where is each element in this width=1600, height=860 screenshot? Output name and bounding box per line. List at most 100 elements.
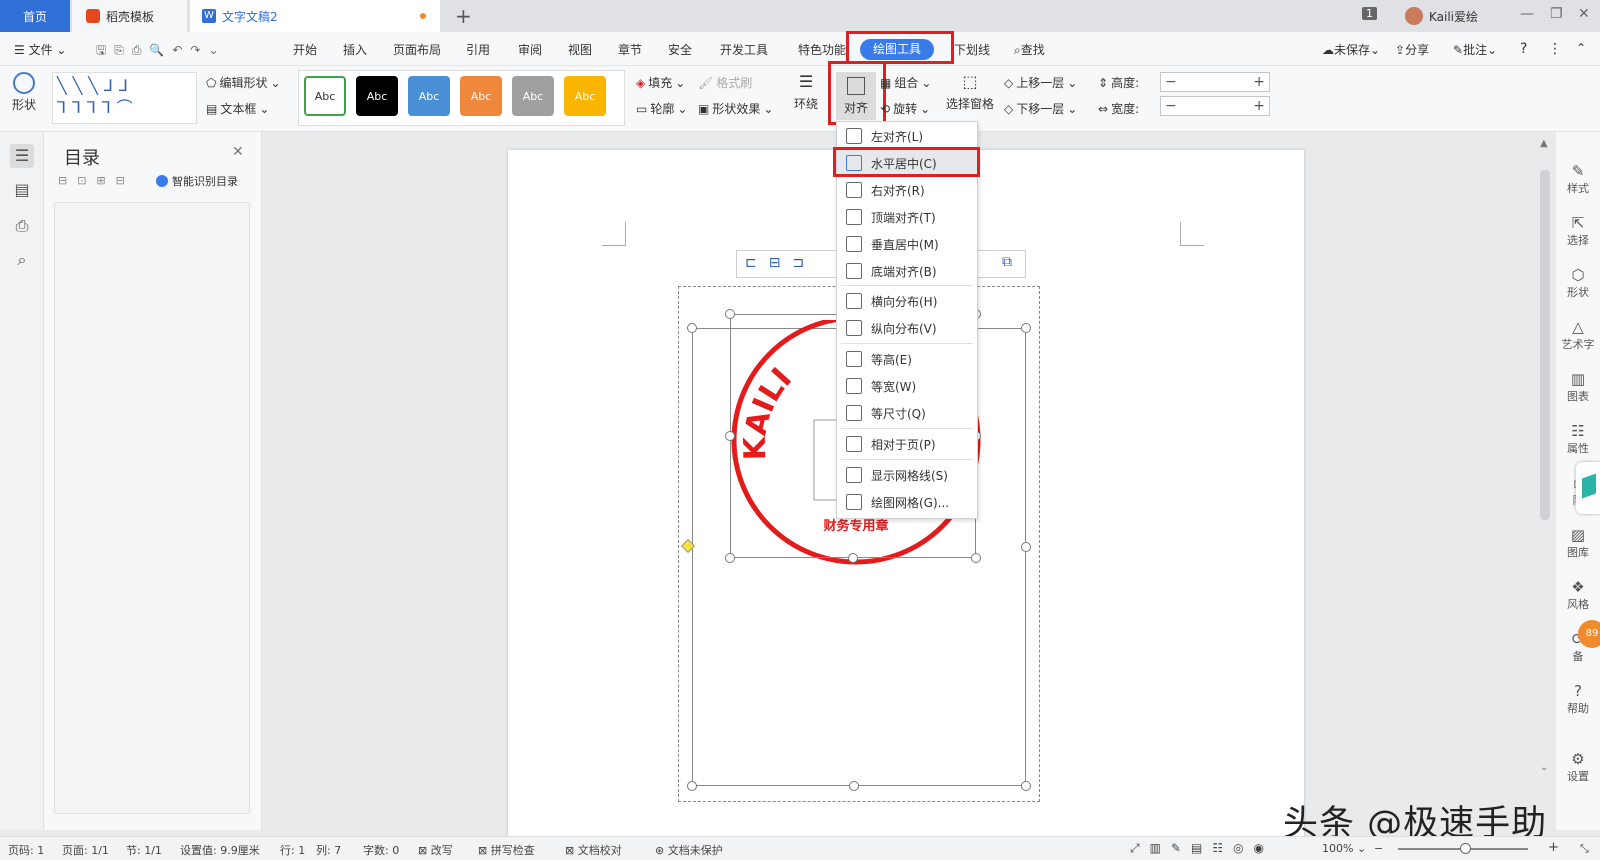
new-tab-plus-icon[interactable]: + xyxy=(455,4,472,28)
style-swatch-6[interactable]: Abc xyxy=(564,76,606,116)
width-input[interactable]: − + xyxy=(1160,96,1270,116)
resize-handle[interactable] xyxy=(849,781,859,791)
resize-handle[interactable] xyxy=(687,323,697,333)
rightnav-help[interactable]: ? 帮助 xyxy=(1558,682,1598,716)
textbox-button[interactable]: ▤ 文本框 ⌄ xyxy=(206,100,269,117)
style-swatch-4[interactable]: Abc xyxy=(460,76,502,116)
relative-page-item[interactable]: 相对于页(P) xyxy=(837,431,977,457)
menu-security[interactable]: 安全 xyxy=(668,41,692,58)
fill-button[interactable]: ◈ 填充 ⌄ xyxy=(636,74,685,91)
edit-shape-button[interactable]: ⬠ 编辑形状 ⌄ xyxy=(206,74,281,91)
toc-tool-icons[interactable]: ⊟⊡⊞⊟ xyxy=(58,174,135,187)
width-plus[interactable]: + xyxy=(1253,98,1265,114)
minimize-icon[interactable]: — xyxy=(1520,6,1534,22)
group-toolbar-icon[interactable]: ⧉ xyxy=(1002,254,1012,270)
show-grid-item[interactable]: 显示网格线(S) xyxy=(837,462,977,488)
menu-insert[interactable]: 插入 xyxy=(343,41,367,58)
resize-handle[interactable] xyxy=(725,553,735,563)
shape-button[interactable]: 形状 xyxy=(12,72,36,113)
collapse-ribbon-icon[interactable]: ⌃ xyxy=(1576,41,1586,55)
user-name[interactable]: Kaili爱绘 xyxy=(1429,8,1478,25)
avatar[interactable] xyxy=(1405,7,1423,25)
format-brush-button[interactable]: 🖌 格式刷 xyxy=(698,74,752,91)
send-backward-button[interactable]: ◇ 下移一层 ⌄ xyxy=(1004,100,1077,117)
unsaved-status[interactable]: ☁未保存⌄ xyxy=(1322,41,1380,58)
status-revise[interactable]: ⊠ 改写 xyxy=(418,842,453,858)
align-bottom-item[interactable]: 底端对齐(B) xyxy=(837,258,977,284)
find-nav-icon[interactable]: ⌕ xyxy=(10,248,34,272)
zoom-out-icon[interactable]: − xyxy=(1374,842,1383,855)
resize-handle[interactable] xyxy=(725,431,735,441)
menu-layout[interactable]: 页面布局 xyxy=(393,41,441,58)
rightnav-style[interactable]: ✎ 样式 xyxy=(1558,162,1598,196)
height-minus[interactable]: − xyxy=(1165,74,1177,90)
same-height-item[interactable]: 等高(E) xyxy=(837,346,977,372)
rightnav-gallery[interactable]: ▨ 图库 xyxy=(1558,526,1598,560)
file-menu[interactable]: ☰ 文件 ⌄ xyxy=(14,41,66,58)
menu-underline[interactable]: 下划线 xyxy=(954,41,990,58)
style-swatch-1[interactable]: Abc xyxy=(304,76,346,116)
bring-forward-button[interactable]: ◇ 上移一层 ⌄ xyxy=(1004,74,1077,91)
shape-effect-button[interactable]: ▣ 形状效果 ⌄ xyxy=(698,100,773,117)
scroll-down-icon[interactable]: ⌄ xyxy=(1540,762,1548,773)
zoom-in-icon[interactable]: + xyxy=(1548,840,1559,855)
align-right-item[interactable]: 右对齐(R) xyxy=(837,177,977,203)
status-proof[interactable]: ⊠ 文档校对 xyxy=(565,842,622,858)
height-input[interactable]: − + xyxy=(1160,72,1270,92)
group-button[interactable]: ▦ 组合 ⌄ xyxy=(880,74,931,91)
resize-handle[interactable] xyxy=(687,781,697,791)
score-badge[interactable]: 89 xyxy=(1578,620,1600,648)
menu-reference[interactable]: 引用 xyxy=(466,41,490,58)
height-plus[interactable]: + xyxy=(1253,74,1265,90)
fullscreen-icon[interactable]: ⤡ xyxy=(1580,842,1589,856)
rightnav-wordart[interactable]: △ 艺术字 xyxy=(1558,318,1598,352)
menu-chapter[interactable]: 章节 xyxy=(618,41,642,58)
style-swatch-2[interactable]: Abc xyxy=(356,76,398,116)
quick-access-icons[interactable]: 🖫⎘⎙🔍↶↷⌄ xyxy=(96,41,227,62)
smart-toc-button[interactable]: 智能识别目录 xyxy=(156,173,238,189)
resize-handle[interactable] xyxy=(971,553,981,563)
tab-document[interactable]: W 文字文稿2 xyxy=(190,0,440,32)
tab-home[interactable]: 首页 xyxy=(0,0,70,32)
status-protect[interactable]: ⊛ 文档未保护 xyxy=(655,842,723,858)
rotate-button[interactable]: ⟲ 旋转 ⌄ xyxy=(880,100,930,117)
restore-icon[interactable]: ❐ xyxy=(1550,6,1563,22)
rightnav-chart[interactable]: ▥ 图表 xyxy=(1558,370,1598,404)
distribute-h-item[interactable]: 横向分布(H) xyxy=(837,288,977,314)
floating-app-icon[interactable] xyxy=(1576,462,1600,514)
menu-view[interactable]: 视图 xyxy=(568,41,592,58)
rightnav-select[interactable]: ⇱ 选择 xyxy=(1558,214,1598,248)
doc-nav-icon[interactable]: ▤ xyxy=(10,178,34,202)
share-button[interactable]: ⇪分享 xyxy=(1395,41,1429,58)
resize-handle[interactable] xyxy=(1021,323,1031,333)
resize-handle[interactable] xyxy=(725,309,735,319)
style-swatch-5[interactable]: Abc xyxy=(512,76,554,116)
bookmark-nav-icon[interactable]: ⎙ xyxy=(10,214,34,238)
resize-handle[interactable] xyxy=(848,553,858,563)
wrap-button[interactable]: ☰ 环绕 xyxy=(794,72,818,112)
status-spell[interactable]: ⊠ 拼写检查 xyxy=(478,842,535,858)
same-size-item[interactable]: 等尺寸(Q) xyxy=(837,400,977,426)
align-top-item[interactable]: 顶端对齐(T) xyxy=(837,204,977,230)
same-width-item[interactable]: 等宽(W) xyxy=(837,373,977,399)
outline-button[interactable]: ▭ 轮廓 ⌄ xyxy=(636,100,687,117)
shape-gallery[interactable]: ╲╲╲⅃⅃ ⅂⅂⅂⅂⌒ xyxy=(52,72,197,124)
style-swatch-3[interactable]: Abc xyxy=(408,76,450,116)
vertical-scrollbar-thumb[interactable] xyxy=(1540,170,1550,520)
more-icon[interactable]: ⋮ xyxy=(1548,41,1562,57)
rightnav-settings[interactable]: ⚙ 设置 xyxy=(1558,750,1598,784)
distribute-v-item[interactable]: 纵向分布(V) xyxy=(837,315,977,341)
zoom-slider-knob[interactable] xyxy=(1460,843,1471,854)
align-middle-item[interactable]: 垂直居中(M) xyxy=(837,231,977,257)
help-icon[interactable]: ? xyxy=(1520,41,1527,57)
menu-review[interactable]: 审阅 xyxy=(518,41,542,58)
menu-developer[interactable]: 开发工具 xyxy=(720,41,768,58)
resize-handle[interactable] xyxy=(1021,542,1031,552)
toc-nav-icon[interactable]: ☰ xyxy=(10,144,34,168)
scroll-up-icon[interactable]: ▲ xyxy=(1540,138,1548,149)
tab-template[interactable]: 稻壳模板 xyxy=(72,0,187,32)
zoom-level[interactable]: 100% ⌄ xyxy=(1322,842,1366,855)
menu-features[interactable]: 特色功能 xyxy=(798,41,846,58)
drawing-grid-item[interactable]: 绘图网格(G)... xyxy=(837,489,977,515)
close-window-icon[interactable]: ✕ xyxy=(1578,6,1590,22)
